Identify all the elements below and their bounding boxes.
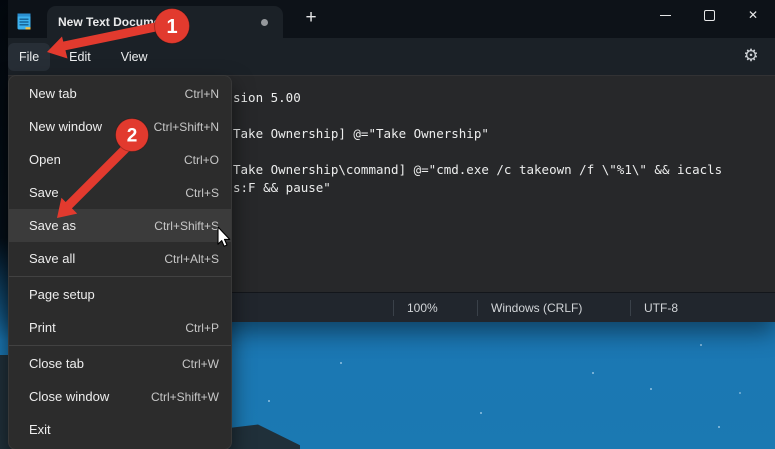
star [268, 400, 270, 402]
menu-item-label: Open [29, 152, 184, 167]
menu-item-page-setup[interactable]: Page setup [9, 278, 231, 311]
new-tab-button[interactable]: + [295, 2, 327, 34]
maximize-icon [704, 10, 715, 21]
menu-item-label: Save all [29, 251, 164, 266]
star [650, 388, 652, 390]
file-menu-dropdown: New tabCtrl+NNew windowCtrl+Shift+NOpenC… [8, 75, 232, 449]
menu-item-save-all[interactable]: Save allCtrl+Alt+S [9, 242, 231, 275]
menu-item-open[interactable]: OpenCtrl+O [9, 143, 231, 176]
encoding-indicator: UTF-8 [630, 300, 775, 316]
minimize-icon [660, 15, 671, 16]
menu-item-close-tab[interactable]: Close tabCtrl+W [9, 347, 231, 380]
star [340, 362, 342, 364]
line-ending-indicator: Windows (CRLF) [477, 300, 630, 316]
tab-title: New Text Docume [58, 15, 160, 29]
menu-item-label: Save as [29, 218, 154, 233]
menu-item-new-tab[interactable]: New tabCtrl+N [9, 77, 231, 110]
menu-item-shortcut: Ctrl+W [182, 357, 219, 371]
star [700, 344, 702, 346]
menubar-item-edit[interactable]: Edit [58, 43, 102, 71]
menu-item-save[interactable]: SaveCtrl+S [9, 176, 231, 209]
menu-item-shortcut: Ctrl+O [184, 153, 219, 167]
zoom-level[interactable]: 100% [393, 300, 477, 316]
menu-item-print[interactable]: PrintCtrl+P [9, 311, 231, 344]
menu-item-shortcut: Ctrl+Alt+S [164, 252, 219, 266]
maximize-button[interactable] [687, 0, 731, 30]
menu-item-shortcut: Ctrl+Shift+S [154, 219, 219, 233]
settings-button[interactable]: ⚙ [737, 42, 765, 70]
code-line: Take Ownership\command] @="cmd.exe /c ta… [233, 161, 722, 179]
star [592, 372, 594, 374]
menu-item-label: Exit [29, 422, 219, 437]
menu-item-shortcut: Ctrl+S [185, 186, 219, 200]
menu-item-label: Close tab [29, 356, 182, 371]
menu-item-save-as[interactable]: Save asCtrl+Shift+S [9, 209, 231, 242]
menu-item-shortcut: Ctrl+Shift+N [154, 120, 219, 134]
menu-item-shortcut: Ctrl+N [185, 87, 219, 101]
code-line [233, 143, 722, 161]
code-line: sion 5.00 [233, 89, 722, 107]
titlebar: New Text Docume + ✕ [8, 0, 775, 38]
menu-item-shortcut: Ctrl+P [185, 321, 219, 335]
code-line: s:F && pause" [233, 179, 722, 197]
menu-item-label: Page setup [29, 287, 219, 302]
menu-separator [9, 345, 231, 346]
menu-item-label: Close window [29, 389, 151, 404]
menu-item-shortcut: Ctrl+Shift+W [151, 390, 219, 404]
code-line: Take Ownership] @="Take Ownership" [233, 125, 722, 143]
star [718, 426, 720, 428]
minimize-button[interactable] [643, 0, 687, 30]
notepad-app-icon [17, 12, 31, 30]
menu-separator [9, 276, 231, 277]
tab-new-text-document[interactable]: New Text Docume [47, 6, 283, 38]
menubar-item-file[interactable]: File [8, 43, 50, 71]
menubar: File Edit View ⚙ [8, 38, 775, 75]
star [739, 392, 741, 394]
close-button[interactable]: ✕ [731, 0, 775, 30]
close-icon: ✕ [748, 9, 758, 21]
gear-icon: ⚙ [743, 46, 758, 66]
menu-item-label: New window [29, 119, 154, 134]
menu-item-label: Save [29, 185, 185, 200]
window-controls: ✕ [643, 0, 775, 30]
menu-item-label: Print [29, 320, 185, 335]
document-text: sion 5.00 Take Ownership] @="Take Owners… [233, 89, 722, 197]
menu-item-exit[interactable]: Exit [9, 413, 231, 446]
menu-item-new-window[interactable]: New windowCtrl+Shift+N [9, 110, 231, 143]
menu-item-close-window[interactable]: Close windowCtrl+Shift+W [9, 380, 231, 413]
code-line [233, 107, 722, 125]
screenshot-root: New Text Docume + ✕ File Edit View ⚙ sion … [0, 0, 775, 449]
menu-item-label: New tab [29, 86, 185, 101]
star [480, 412, 482, 414]
unsaved-indicator-dot [261, 19, 268, 26]
menubar-item-view[interactable]: View [110, 43, 159, 71]
